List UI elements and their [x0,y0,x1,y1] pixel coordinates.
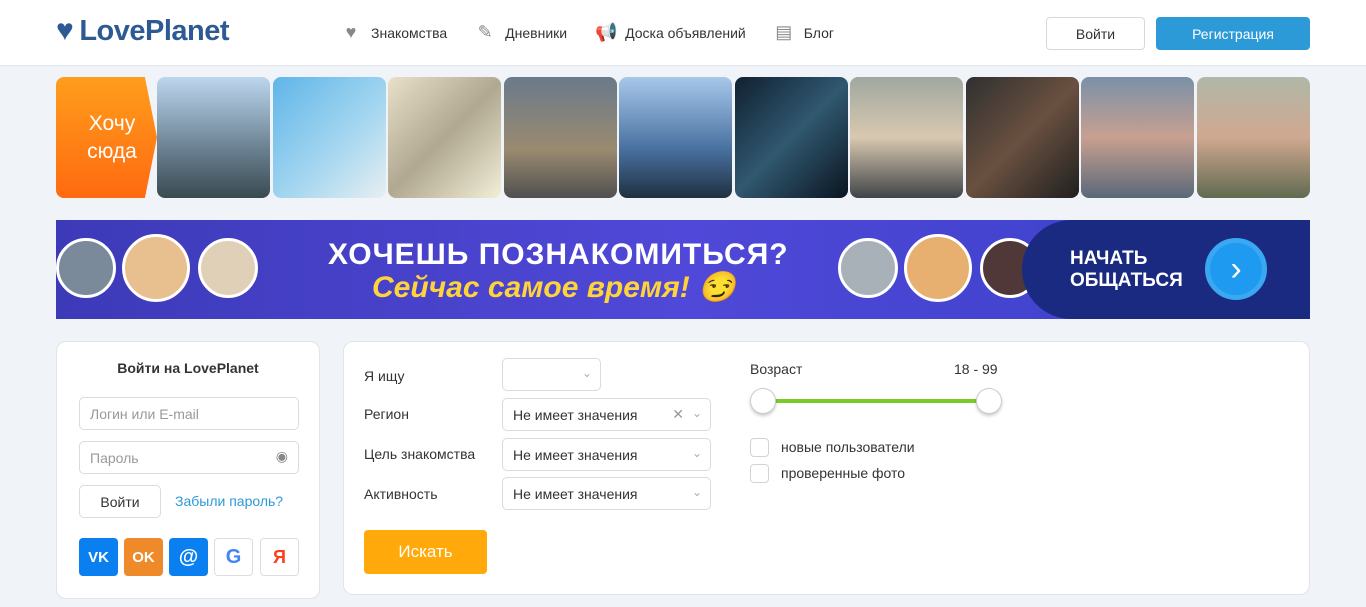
age-slider-track[interactable] [763,399,989,403]
chevron-down-icon: ⌄ [691,446,702,460]
logo[interactable]: ♥ LovePlanet [56,14,230,48]
ok-login-button[interactable]: OK [124,538,163,576]
login-card: Войти на LovePlanet Логин или E-mail Пар… [56,341,320,599]
profile-photo[interactable] [273,77,386,198]
seeking-select[interactable]: ⌄ [502,358,601,391]
chevron-down-icon: ⌄ [691,406,702,420]
password-input[interactable]: Пароль ◉ [79,441,299,474]
activity-label: Активность [364,486,438,502]
google-login-button[interactable]: G [214,538,253,576]
seeking-label: Я ищу [364,368,405,384]
login-title: Войти на LovePlanet [117,360,259,376]
start-chatting-cta[interactable]: НАЧАТЬ ОБЩАТЬСЯ › [1022,220,1310,319]
vk-login-button[interactable]: VK [79,538,118,576]
document-icon: ▤ [775,22,793,42]
profile-photo[interactable] [1081,77,1194,198]
goal-select[interactable]: Не имеет значения ⌄ [502,438,711,471]
yandex-login-button[interactable]: Я [260,538,299,576]
profile-photo[interactable] [1197,77,1310,198]
profile-photo[interactable] [388,77,501,198]
verified-photos-label[interactable]: проверенные фото [781,465,905,481]
age-range-value: 18 - 99 [954,361,998,377]
new-users-label[interactable]: новые пользователи [781,439,915,455]
avatar [904,234,972,302]
register-button[interactable]: Регистрация [1156,17,1310,50]
pencil-icon: ✎ [477,22,493,42]
region-label: Регион [364,406,409,422]
promo-banner[interactable]: ХОЧЕШЬ ПОЗНАКОМИТЬСЯ? Сейчас самое время… [56,220,1310,319]
avatar [198,238,258,298]
profile-photo[interactable] [619,77,732,198]
login-input[interactable]: Логин или E-mail [79,397,299,430]
nav-diaries[interactable]: ✎ Дневники [475,22,567,43]
forgot-password-link[interactable]: Забыли пароль? [175,493,283,509]
age-min-handle[interactable] [750,388,776,414]
nav-dating[interactable]: ♥ Знакомства [341,22,448,43]
search-button[interactable]: Искать [364,530,487,574]
verified-photos-checkbox[interactable] [750,464,769,483]
mailru-login-button[interactable]: @ [169,538,208,576]
want-here-button[interactable]: Хочу сюда [56,77,157,198]
avatar [122,234,190,302]
avatar [56,238,116,298]
avatar [838,238,898,298]
login-button[interactable]: Войти [1046,17,1145,50]
goal-label: Цель знакомства [364,446,476,462]
profile-photo[interactable] [850,77,963,198]
nav-board[interactable]: 📢 Доска объявлений [595,22,746,43]
age-label: Возраст [750,361,803,377]
new-users-checkbox[interactable] [750,438,769,457]
profile-photo[interactable] [966,77,1079,198]
profile-photo[interactable] [157,77,270,198]
profile-photo[interactable] [735,77,848,198]
megaphone-icon: 📢 [595,22,618,42]
profile-photo[interactable] [504,77,617,198]
activity-select[interactable]: Не имеет значения ⌄ [502,477,711,510]
clear-icon[interactable]: ✕ [672,406,684,423]
header: ♥ LovePlanet ♥ Знакомства ✎ Дневники 📢 Доска… [0,0,1366,66]
heart-icon: ♥ [345,22,357,42]
main-nav: ♥ Знакомства ✎ Дневники 📢 Доска объявлений … [341,22,834,43]
nav-blog[interactable]: ▤ Блог [774,22,834,43]
banner-title: ХОЧЕШЬ ПОЗНАКОМИТЬСЯ? [328,238,789,271]
eye-icon[interactable]: ◉ [276,448,288,465]
login-submit-button[interactable]: Войти [79,485,161,518]
banner-subtitle: Сейчас самое время! 😏 [372,271,736,304]
search-card: Я ищу ⌄ Регион Не имеет значения ✕ ⌄ Цель … [343,341,1310,595]
age-max-handle[interactable] [976,388,1002,414]
region-select[interactable]: Не имеет значения ✕ ⌄ [502,398,711,431]
logo-heart-icon: ♥ [56,14,74,47]
chevron-down-icon: ⌄ [691,485,702,499]
chevron-right-icon: › [1205,238,1267,300]
chevron-down-icon: ⌄ [581,366,592,380]
